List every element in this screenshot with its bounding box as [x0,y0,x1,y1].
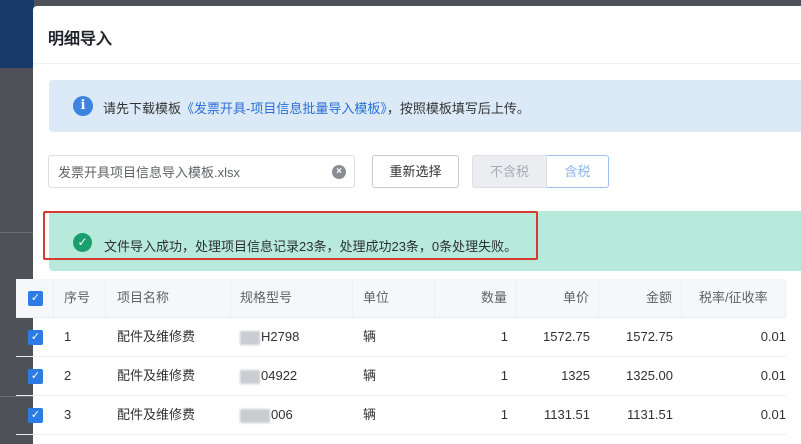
cell-qty: 1 [500,407,508,422]
cell-no: 2 [64,368,72,383]
row-checkbox[interactable]: ✓ [28,408,43,423]
cell-spec-text: 006 [271,407,293,422]
table-header-row: ✓ 序号 项目名称 规格型号 单位 数量 单价 金额 税率/征收率 [16,279,786,318]
cell-spec-text: H2798 [261,329,300,344]
tax-exclusive-option[interactable]: 不含税 [472,155,547,188]
redacted-mask [240,369,260,384]
row-checkbox-cell: ✓ [16,396,54,434]
row-checkbox-cell: ✓ [16,357,54,395]
cell-spec-text: 04922 [261,368,298,383]
info-alert-text: 请先下载模板《发票开具-项目信息批量导入模板》，按照模板填写后上传。 [103,98,530,117]
cell-tax: 0.01 [760,407,786,422]
cell-price: 1325 [561,368,590,383]
dialog-header: 明细导入 [33,6,801,64]
file-name-input[interactable] [49,156,319,187]
tax-inclusive-option[interactable]: 含税 [547,155,609,188]
row-checkbox[interactable]: ✓ [28,330,43,345]
cell-no: 1 [64,329,72,344]
cell-amount: 1325.00 [626,368,673,383]
cell-unit: 辆 [363,329,377,344]
redacted-mask [240,330,260,345]
cell-name: 配件及维修费 [117,407,196,422]
cell-qty: 1 [500,329,508,344]
cell-name: 配件及维修费 [117,329,196,344]
col-header-tax: 税率/征收率 [682,279,786,317]
cell-price: 1131.51 [543,407,590,422]
cell-spec: H2798 [231,318,353,356]
cell-name: 配件及维修费 [117,368,196,383]
cell-amount: 1572.75 [626,329,673,344]
dialog-title: 明细导入 [48,31,113,48]
cell-qty: 1 [500,368,508,383]
tax-toggle: 不含税 含税 [472,155,609,188]
cell-spec: 04922 [231,357,353,395]
col-header-unit: 单位 [353,279,435,317]
header-checkbox-cell: ✓ [16,279,54,317]
cell-unit: 辆 [363,368,377,383]
col-header-price: 单价 [517,279,599,317]
annotation-highlight-box [43,211,538,260]
cell-price: 1572.75 [543,329,590,344]
col-header-spec: 规格型号 [231,279,353,317]
col-header-amount: 金额 [599,279,682,317]
close-circle-icon[interactable]: × [332,165,346,179]
download-template-link[interactable]: 《发票开具-项目信息批量导入模板》 [181,101,387,116]
cell-unit: 辆 [363,407,377,422]
table-row[interactable]: ✓ 2 配件及维修费 04922 辆 1 1325 1325.00 0.01 [16,357,786,396]
cell-tax: 0.01 [760,329,786,344]
cell-amount: 1131.51 [626,407,673,422]
col-header-name: 项目名称 [106,279,231,317]
info-suffix: ，按照模板填写后上传。 [386,101,530,116]
file-name-field[interactable]: × [48,155,355,188]
redacted-mask [240,408,270,423]
background-topbar [0,0,34,68]
cell-no: 3 [64,407,72,422]
table-row[interactable]: ✓ 3 配件及维修费 006 辆 1 1131.51 1131.51 0.01 [16,396,786,435]
info-prefix: 请先下载模板 [103,101,182,116]
info-alert: i 请先下载模板《发票开具-项目信息批量导入模板》，按照模板填写后上传。 [49,80,801,132]
col-header-qty: 数量 [435,279,517,317]
cell-spec: 006 [231,396,353,434]
cell-tax: 0.01 [760,368,786,383]
info-icon: i [73,96,93,116]
reselect-button[interactable]: 重新选择 [372,155,459,188]
row-checkbox[interactable]: ✓ [28,369,43,384]
background-divider [0,232,34,233]
col-header-no: 序号 [54,279,106,317]
row-checkbox-cell: ✓ [16,318,54,356]
select-all-checkbox[interactable]: ✓ [28,291,43,306]
table-row[interactable]: ✓ 1 配件及维修费 H2798 辆 1 1572.75 1572.75 0.0… [16,318,786,357]
